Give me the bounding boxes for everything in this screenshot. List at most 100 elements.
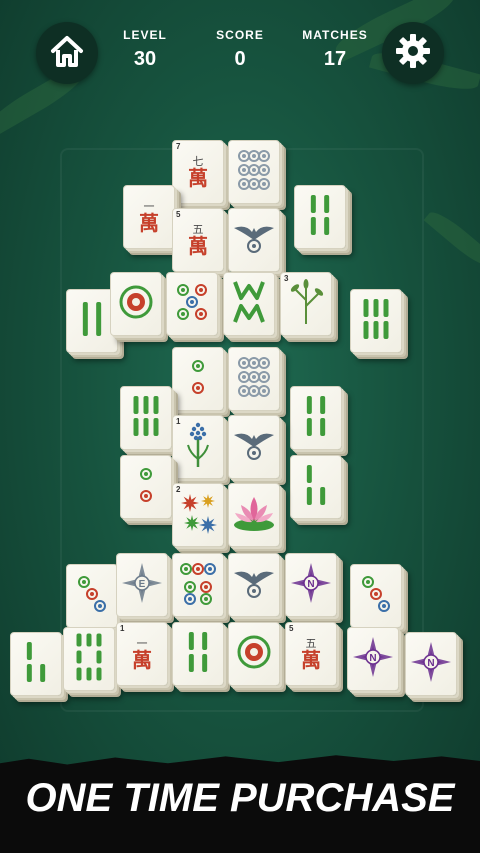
mahjong-tile[interactable] [294, 185, 346, 249]
bamboo-icon [178, 626, 218, 683]
bamboo-icon [296, 459, 336, 516]
lotus-icon [231, 491, 277, 540]
compass-icon: N [409, 640, 453, 689]
mahjong-tile[interactable] [166, 272, 218, 336]
compass-icon: N [289, 561, 333, 610]
circles-icon [234, 626, 274, 683]
mahjong-tile[interactable] [63, 627, 115, 691]
score-label: SCORE [216, 28, 264, 42]
character-glyph: 五萬 [301, 638, 321, 672]
mahjong-tile[interactable]: 5 五萬 [285, 622, 337, 686]
character-glyph: 七萬 [188, 156, 208, 190]
mahjong-tile[interactable] [350, 289, 402, 353]
circles-icon [234, 144, 274, 201]
tile-number: 2 [176, 485, 181, 494]
mahjong-tile[interactable] [228, 140, 280, 204]
mahjong-tile[interactable] [228, 347, 280, 411]
level-label: LEVEL [123, 28, 167, 42]
mahjong-tile[interactable] [350, 564, 402, 628]
bamboo-leaf-decoration [423, 206, 480, 272]
eagle-icon [232, 563, 276, 608]
tile-number: 5 [289, 624, 294, 633]
matches-label: MATCHES [302, 28, 368, 42]
promo-banner-text: ONE TIME PURCHASE [25, 776, 455, 820]
mahjong-tile[interactable] [66, 564, 118, 628]
level-value: 30 [133, 48, 157, 70]
mahjong-tile[interactable] [120, 386, 172, 450]
character-glyph: 一萬 [139, 201, 159, 233]
mahjong-tile[interactable]: 7 七萬 [172, 140, 224, 204]
bamboo-icon [296, 390, 336, 447]
svg-text:N: N [427, 658, 434, 669]
score-stat: SCORE 0 [195, 28, 285, 71]
circles-icon [126, 459, 166, 516]
level-stat: LEVEL 30 [100, 28, 190, 71]
bamboo-icon [300, 189, 340, 246]
mahjong-tile[interactable]: 1 [172, 415, 224, 479]
matches-value: 17 [323, 48, 347, 70]
tile-main-glyph: 萬 [188, 165, 208, 190]
svg-text:N: N [369, 653, 376, 664]
character-glyph: 一萬 [132, 638, 152, 672]
mahjong-tile[interactable] [290, 386, 342, 450]
mahjong-tile[interactable] [120, 455, 172, 519]
bamboo-icon [72, 293, 112, 350]
home-button[interactable] [36, 22, 98, 84]
bamboo-icon [69, 631, 109, 688]
wm-icon [229, 276, 269, 333]
character-glyph: 五萬 [188, 224, 208, 256]
tile-number: 1 [176, 417, 181, 426]
home-icon [49, 34, 85, 73]
bamboo-icon [126, 390, 166, 447]
circles-icon [234, 351, 274, 408]
bamboo-plant-icon [286, 276, 326, 333]
mahjong-tile[interactable] [10, 632, 62, 696]
compass-icon: E [120, 561, 164, 610]
tile-main-glyph: 萬 [132, 647, 152, 672]
mahjong-tile[interactable]: 5 五萬 [172, 208, 224, 272]
eagle-icon [232, 425, 276, 470]
mahjong-tile[interactable]: 2 [172, 483, 224, 547]
mahjong-tile[interactable] [172, 347, 224, 411]
tile-main-glyph: 萬 [301, 647, 321, 672]
circles-icon [72, 568, 112, 625]
mahjong-tile[interactable] [172, 622, 224, 686]
mahjong-tile[interactable] [228, 415, 280, 479]
flower-icon [178, 419, 218, 476]
compass-icon: N [351, 635, 395, 684]
gear-icon [394, 32, 432, 75]
mahjong-tile[interactable] [228, 483, 280, 547]
circles-icon [356, 568, 396, 625]
mahjong-tile[interactable]: N [405, 632, 457, 696]
mahjong-tile[interactable]: 一萬 [123, 185, 175, 249]
circles-icon [172, 276, 212, 333]
circles-icon [178, 351, 218, 408]
mahjong-tile[interactable] [172, 553, 224, 617]
flowers-icon [176, 487, 220, 544]
mahjong-tile[interactable] [228, 622, 280, 686]
score-value: 0 [234, 48, 246, 70]
tile-number: 7 [176, 142, 181, 151]
matches-stat: MATCHES 17 [290, 28, 380, 71]
mahjong-tile[interactable]: E [116, 553, 168, 617]
mahjong-tile[interactable]: N [285, 553, 337, 617]
svg-text:E: E [139, 579, 146, 590]
mahjong-tile[interactable]: 3 [280, 272, 332, 336]
tile-number: 3 [284, 274, 289, 283]
mahjong-tile[interactable]: 1 一萬 [116, 622, 168, 686]
mahjong-tile[interactable] [290, 455, 342, 519]
bamboo-icon [356, 293, 396, 350]
mahjong-tile[interactable] [223, 272, 275, 336]
eagle-icon [232, 218, 276, 263]
tile-number: 5 [176, 210, 181, 219]
mahjong-tile[interactable] [228, 208, 280, 272]
circles-icon [178, 557, 218, 614]
settings-button[interactable] [382, 22, 444, 84]
svg-text:N: N [307, 579, 314, 590]
mahjong-tile[interactable]: N [347, 627, 399, 691]
bamboo-icon [16, 636, 56, 693]
circles-icon [116, 276, 156, 333]
mahjong-tile[interactable] [228, 553, 280, 617]
tile-number: 1 [120, 624, 125, 633]
mahjong-tile[interactable] [110, 272, 162, 336]
